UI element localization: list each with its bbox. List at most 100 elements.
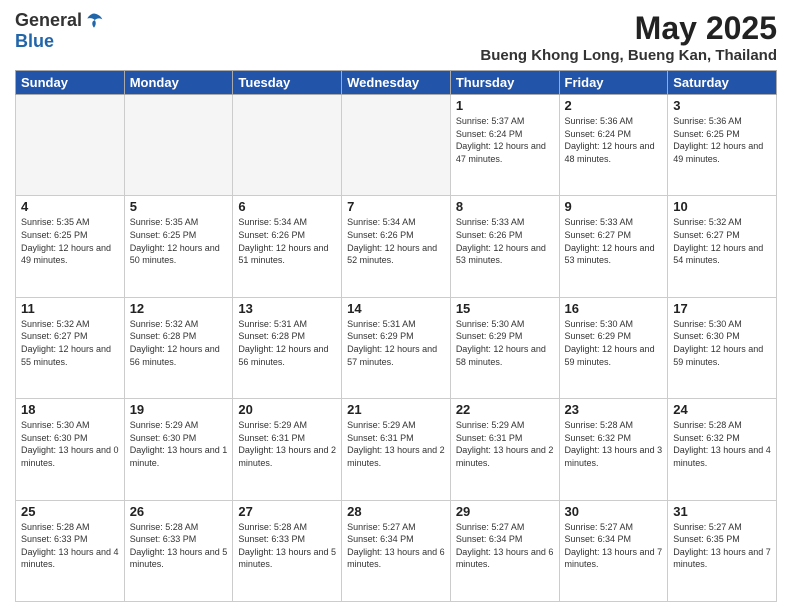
day-number: 15: [456, 301, 554, 316]
calendar-cell: 6 Sunrise: 5:34 AMSunset: 6:26 PMDaylight…: [233, 196, 342, 297]
day-info: Sunrise: 5:32 AMSunset: 6:27 PMDaylight:…: [673, 216, 771, 266]
calendar-cell: 12 Sunrise: 5:32 AMSunset: 6:28 PMDayligh…: [124, 297, 233, 398]
day-number: 18: [21, 402, 119, 417]
day-info: Sunrise: 5:31 AMSunset: 6:28 PMDaylight:…: [238, 318, 336, 368]
day-number: 19: [130, 402, 228, 417]
calendar-cell: 17 Sunrise: 5:30 AMSunset: 6:30 PMDayligh…: [668, 297, 777, 398]
day-info: Sunrise: 5:30 AMSunset: 6:29 PMDaylight:…: [456, 318, 554, 368]
calendar-cell: 4 Sunrise: 5:35 AMSunset: 6:25 PMDaylight…: [16, 196, 125, 297]
day-number: 12: [130, 301, 228, 316]
day-number: 3: [673, 98, 771, 113]
calendar-cell: 16 Sunrise: 5:30 AMSunset: 6:29 PMDayligh…: [559, 297, 668, 398]
day-info: Sunrise: 5:32 AMSunset: 6:27 PMDaylight:…: [21, 318, 119, 368]
week-row-4: 25 Sunrise: 5:28 AMSunset: 6:33 PMDayligh…: [16, 500, 777, 601]
header-row: Sunday Monday Tuesday Wednesday Thursday…: [16, 71, 777, 95]
day-number: 25: [21, 504, 119, 519]
day-number: 16: [565, 301, 663, 316]
day-number: 30: [565, 504, 663, 519]
day-number: 14: [347, 301, 445, 316]
th-monday: Monday: [124, 71, 233, 95]
calendar-cell: [342, 95, 451, 196]
day-info: Sunrise: 5:33 AMSunset: 6:27 PMDaylight:…: [565, 216, 663, 266]
day-info: Sunrise: 5:29 AMSunset: 6:31 PMDaylight:…: [238, 419, 336, 469]
day-number: 8: [456, 199, 554, 214]
calendar-cell: 26 Sunrise: 5:28 AMSunset: 6:33 PMDayligh…: [124, 500, 233, 601]
calendar-cell: [233, 95, 342, 196]
calendar-cell: 20 Sunrise: 5:29 AMSunset: 6:31 PMDayligh…: [233, 399, 342, 500]
calendar-cell: 2 Sunrise: 5:36 AMSunset: 6:24 PMDaylight…: [559, 95, 668, 196]
calendar-cell: 21Sunrise: 5:29 AMSunset: 6:31 PMDayligh…: [342, 399, 451, 500]
th-thursday: Thursday: [450, 71, 559, 95]
day-info: Sunrise: 5:28 AMSunset: 6:33 PMDaylight:…: [130, 521, 228, 571]
day-info: Sunrise: 5:27 AMSunset: 6:35 PMDaylight:…: [673, 521, 771, 571]
day-number: 2: [565, 98, 663, 113]
day-info: Sunrise: 5:33 AMSunset: 6:26 PMDaylight:…: [456, 216, 554, 266]
calendar-cell: 18 Sunrise: 5:30 AMSunset: 6:30 PMDayligh…: [16, 399, 125, 500]
calendar-cell: 10 Sunrise: 5:32 AMSunset: 6:27 PMDayligh…: [668, 196, 777, 297]
calendar-cell: 3 Sunrise: 5:36 AMSunset: 6:25 PMDaylight…: [668, 95, 777, 196]
th-friday: Friday: [559, 71, 668, 95]
day-info: Sunrise: 5:28 AMSunset: 6:33 PMDaylight:…: [238, 521, 336, 571]
day-number: 5: [130, 199, 228, 214]
day-info: Sunrise: 5:36 AMSunset: 6:24 PMDaylight:…: [565, 115, 663, 165]
day-number: 21: [347, 402, 445, 417]
day-info: Sunrise: 5:37 AMSunset: 6:24 PMDaylight:…: [456, 115, 554, 165]
day-info: Sunrise: 5:34 AMSunset: 6:26 PMDaylight:…: [347, 216, 445, 266]
day-info: Sunrise: 5:29 AMSunset: 6:31 PMDaylight:…: [456, 419, 554, 469]
day-info: Sunrise: 5:28 AMSunset: 6:32 PMDaylight:…: [673, 419, 771, 469]
logo-bird-icon: [84, 11, 104, 31]
th-sunday: Sunday: [16, 71, 125, 95]
week-row-1: 4 Sunrise: 5:35 AMSunset: 6:25 PMDaylight…: [16, 196, 777, 297]
calendar-cell: 14 Sunrise: 5:31 AMSunset: 6:29 PMDayligh…: [342, 297, 451, 398]
logo-blue-text: Blue: [15, 31, 54, 52]
day-number: 29: [456, 504, 554, 519]
calendar-cell: 25Sunrise: 5:28 AMSunset: 6:33 PMDayligh…: [16, 500, 125, 601]
day-info: Sunrise: 5:32 AMSunset: 6:28 PMDaylight:…: [130, 318, 228, 368]
calendar-cell: 24 Sunrise: 5:28 AMSunset: 6:32 PMDayligh…: [668, 399, 777, 500]
day-number: 9: [565, 199, 663, 214]
calendar-cell: 31 Sunrise: 5:27 AMSunset: 6:35 PMDayligh…: [668, 500, 777, 601]
day-number: 26: [130, 504, 228, 519]
day-info: Sunrise: 5:28 AMSunset: 6:32 PMDaylight:…: [565, 419, 663, 469]
calendar-cell: 19 Sunrise: 5:29 AMSunset: 6:30 PMDayligh…: [124, 399, 233, 500]
day-number: 27: [238, 504, 336, 519]
calendar-cell: [124, 95, 233, 196]
day-number: 10: [673, 199, 771, 214]
day-info: Sunrise: 5:30 AMSunset: 6:30 PMDaylight:…: [673, 318, 771, 368]
day-number: 17: [673, 301, 771, 316]
day-info: Sunrise: 5:30 AMSunset: 6:29 PMDaylight:…: [565, 318, 663, 368]
page: General Blue May 2025 Bueng Khong Long, …: [0, 0, 792, 612]
logo-general-text: General: [15, 10, 82, 31]
day-info: Sunrise: 5:27 AMSunset: 6:34 PMDaylight:…: [456, 521, 554, 571]
week-row-3: 18 Sunrise: 5:30 AMSunset: 6:30 PMDayligh…: [16, 399, 777, 500]
calendar-cell: 15 Sunrise: 5:30 AMSunset: 6:29 PMDayligh…: [450, 297, 559, 398]
calendar-cell: 23Sunrise: 5:28 AMSunset: 6:32 PMDayligh…: [559, 399, 668, 500]
day-info: Sunrise: 5:29 AMSunset: 6:30 PMDaylight:…: [130, 419, 228, 469]
th-wednesday: Wednesday: [342, 71, 451, 95]
day-info: Sunrise: 5:34 AMSunset: 6:26 PMDaylight:…: [238, 216, 336, 266]
day-info: Sunrise: 5:36 AMSunset: 6:25 PMDaylight:…: [673, 115, 771, 165]
day-number: 11: [21, 301, 119, 316]
calendar-cell: 7Sunrise: 5:34 AMSunset: 6:26 PMDaylight…: [342, 196, 451, 297]
header: General Blue May 2025 Bueng Khong Long, …: [15, 10, 777, 64]
day-number: 13: [238, 301, 336, 316]
calendar-cell: 8 Sunrise: 5:33 AMSunset: 6:26 PMDaylight…: [450, 196, 559, 297]
calendar-cell: 28Sunrise: 5:27 AMSunset: 6:34 PMDayligh…: [342, 500, 451, 601]
calendar-cell: 29 Sunrise: 5:27 AMSunset: 6:34 PMDayligh…: [450, 500, 559, 601]
day-number: 31: [673, 504, 771, 519]
day-info: Sunrise: 5:35 AMSunset: 6:25 PMDaylight:…: [21, 216, 119, 266]
calendar-cell: 13 Sunrise: 5:31 AMSunset: 6:28 PMDayligh…: [233, 297, 342, 398]
day-number: 6: [238, 199, 336, 214]
day-number: 24: [673, 402, 771, 417]
day-number: 4: [21, 199, 119, 214]
calendar-subtitle: Bueng Khong Long, Bueng Kan, Thailand: [480, 47, 777, 64]
calendar-cell: 5Sunrise: 5:35 AMSunset: 6:25 PMDaylight…: [124, 196, 233, 297]
calendar-table: Sunday Monday Tuesday Wednesday Thursday…: [15, 70, 777, 602]
day-number: 20: [238, 402, 336, 417]
calendar-cell: 22Sunrise: 5:29 AMSunset: 6:31 PMDayligh…: [450, 399, 559, 500]
logo: General Blue: [15, 10, 104, 52]
title-block: May 2025 Bueng Khong Long, Bueng Kan, Th…: [480, 10, 777, 64]
day-info: Sunrise: 5:30 AMSunset: 6:30 PMDaylight:…: [21, 419, 119, 469]
day-info: Sunrise: 5:31 AMSunset: 6:29 PMDaylight:…: [347, 318, 445, 368]
calendar-cell: 11 Sunrise: 5:32 AMSunset: 6:27 PMDayligh…: [16, 297, 125, 398]
